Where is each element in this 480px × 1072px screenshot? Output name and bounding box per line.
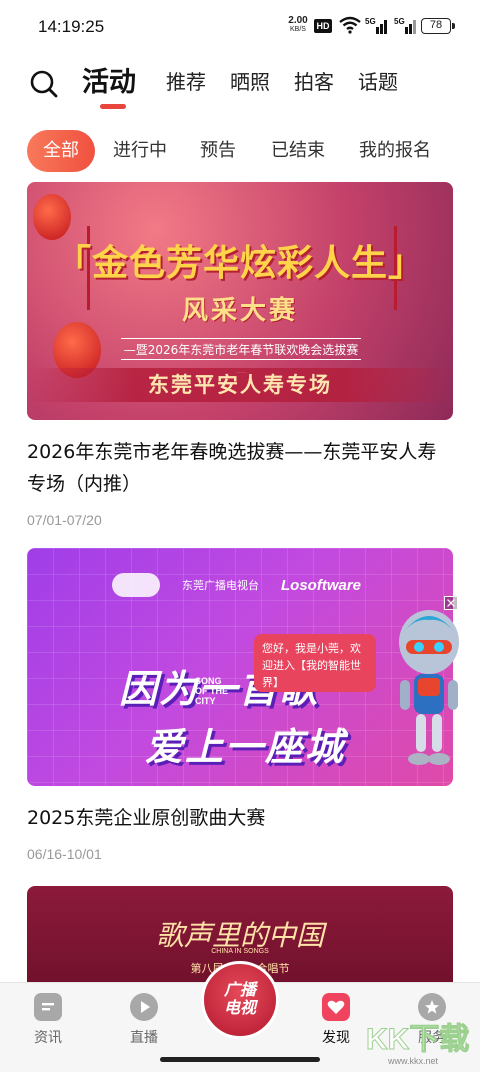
- activity-date: 07/01-07/20: [27, 512, 102, 528]
- news-icon: [34, 993, 62, 1021]
- activity-date: 06/16-10/01: [27, 846, 102, 862]
- activity-title[interactable]: 2025东莞企业原创歌曲大赛: [27, 802, 453, 834]
- filter-ongoing[interactable]: 进行中: [110, 130, 170, 172]
- city-logo: [112, 573, 160, 597]
- banner-headline: 「金色芳华炫彩人生」: [54, 242, 425, 284]
- nav-discover[interactable]: 发现: [301, 993, 371, 1047]
- broadcast-tv-label: 广播电视: [223, 980, 256, 1017]
- broadcast-tv-button[interactable]: 广播电视: [201, 961, 279, 1039]
- home-indicator[interactable]: [160, 1057, 320, 1062]
- active-tab-indicator: [100, 104, 126, 109]
- signal-icon: 5G: [365, 17, 387, 34]
- heart-icon: [322, 993, 350, 1021]
- song-of-city-label: SONG OF THE CITY: [195, 676, 228, 706]
- filter-my-signups[interactable]: 我的报名: [355, 130, 435, 172]
- tab-photos[interactable]: 晒照: [230, 66, 270, 95]
- filter-bar: 全部 进行中 预告 已结束 我的报名: [0, 130, 480, 174]
- filter-ended[interactable]: 已结束: [268, 130, 328, 172]
- tab-reporter[interactable]: 拍客: [294, 66, 334, 95]
- assistant-avatar-icon[interactable]: [394, 604, 464, 774]
- watermark-url: www.kkx.net: [388, 1056, 439, 1066]
- banner-english: CHINA IN SONGS: [211, 948, 269, 955]
- signal-icon-2: 5G: [394, 17, 416, 34]
- tab-topics[interactable]: 话题: [358, 66, 398, 95]
- hd-icon: HD: [314, 19, 332, 33]
- filter-all[interactable]: 全部: [27, 130, 95, 172]
- tab-recommend[interactable]: 推荐: [166, 66, 206, 95]
- tab-activity[interactable]: 活动: [82, 60, 136, 99]
- network-speed: 2.00 KB/S: [288, 15, 308, 34]
- filter-preview[interactable]: 预告: [198, 130, 238, 172]
- wifi-icon: [339, 16, 361, 34]
- assistant-widget[interactable]: 您好，我是小莞，欢迎进入【我的智能世界】: [254, 594, 464, 774]
- status-time: 14:19:25: [38, 17, 105, 36]
- tv-station-logo: 东莞广播电视台: [182, 580, 259, 592]
- banner-ribbon: 东莞平安人寿专场: [27, 368, 453, 402]
- activity-card-1[interactable]: 「金色芳华炫彩人生」 风采大赛 —暨2026年东莞市老年春节联欢晚会选拔赛— 东…: [27, 182, 453, 528]
- nav-news[interactable]: 资讯: [13, 993, 83, 1047]
- assistant-bubble[interactable]: 您好，我是小莞，欢迎进入【我的智能世界】: [254, 634, 376, 692]
- svg-text:5G: 5G: [365, 17, 376, 26]
- top-tab-bar: 活动 推荐 晒照 拍客 话题: [0, 56, 480, 110]
- banner-subheadline: 风采大赛: [181, 296, 298, 326]
- activity-banner-1[interactable]: 「金色芳华炫彩人生」 风采大赛 —暨2026年东莞市老年春节联欢晚会选拔赛— 东…: [27, 182, 453, 420]
- nav-live[interactable]: 直播: [109, 993, 179, 1047]
- activity-title[interactable]: 2026年东莞市老年春晚选拔赛——东莞平安人寿专场（内推）: [27, 436, 453, 500]
- status-bar: 14:19:25 2.00 KB/S HD 5G 5G 78: [0, 0, 480, 52]
- banner-caption: —暨2026年东莞市老年春节联欢晚会选拔赛—: [121, 338, 361, 379]
- search-icon[interactable]: [28, 68, 60, 100]
- svg-text:5G: 5G: [394, 17, 405, 26]
- play-icon: [130, 993, 158, 1021]
- losoftware-logo: Losoftware: [281, 576, 362, 594]
- watermark-brand: KK下载: [365, 1023, 470, 1057]
- battery-icon: 78: [421, 18, 455, 34]
